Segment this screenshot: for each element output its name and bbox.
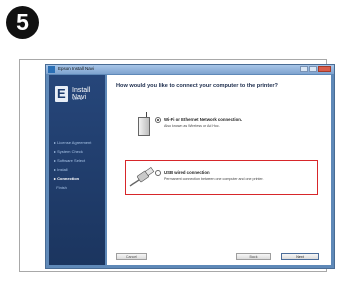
brand-version: Ver. 6 xyxy=(72,96,83,101)
window-controls xyxy=(300,66,331,73)
main-pane: How would you like to connect your compu… xyxy=(107,75,331,265)
option-wifi[interactable]: Wi-Fi or Ethernet Network connection. Al… xyxy=(155,117,242,128)
cancel-button[interactable]: Cancel xyxy=(116,253,147,260)
title-bar: Epson Install Navi xyxy=(46,65,334,74)
next-button[interactable]: Next xyxy=(281,253,319,260)
sidebar-item-install: ▸ Install xyxy=(54,167,68,172)
back-button[interactable]: Back xyxy=(236,253,271,260)
minimize-button[interactable] xyxy=(300,66,308,72)
close-button[interactable] xyxy=(318,66,331,72)
sidebar-item-software-select: ▸ Software Select xyxy=(54,158,86,163)
maximize-button[interactable] xyxy=(309,66,317,72)
option-wifi-description: Also known as Wireless or Ad Hoc. xyxy=(164,124,220,128)
sidebar-item-license: ▸ License Agreement xyxy=(54,140,92,145)
sidebar-item-system-check: ▸ System Check xyxy=(54,149,83,154)
page-title: How would you like to connect your compu… xyxy=(116,83,278,89)
step-list: ▸ License Agreement ▸ System Check ▸ Sof… xyxy=(54,138,91,192)
install-navi-logo-icon: E xyxy=(55,86,68,102)
sidebar-item-finish: Finish xyxy=(56,185,67,190)
step-number-badge: 5 xyxy=(6,6,39,39)
sidebar-item-connection: ▸ Connection xyxy=(54,176,80,181)
router-icon xyxy=(138,112,151,136)
window-title: Epson Install Navi xyxy=(58,66,95,71)
usb-option-highlight xyxy=(125,160,318,195)
installer-window: Epson Install Navi E Install Navi Ver. 6… xyxy=(45,64,335,269)
sidebar: E Install Navi Ver. 6 ▸ License Agreemen… xyxy=(49,75,105,265)
app-icon xyxy=(48,66,55,73)
option-wifi-title: Wi-Fi or Ethernet Network connection. xyxy=(164,117,243,123)
wifi-radio[interactable] xyxy=(155,117,161,123)
